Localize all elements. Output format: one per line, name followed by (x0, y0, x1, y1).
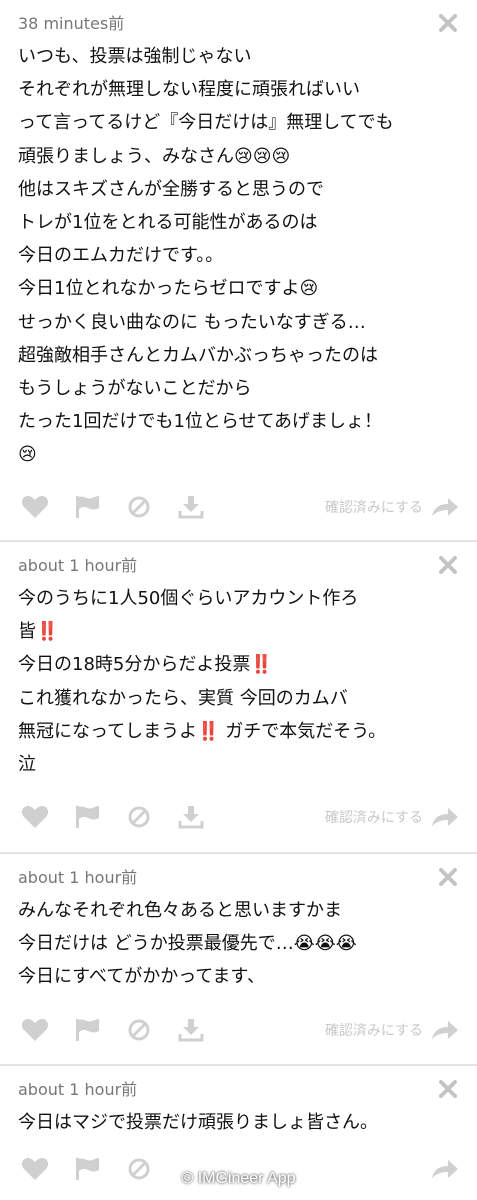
comment-line: 今日にすべてがかかってます、 (18, 966, 265, 988)
comment-line: みんなそれぞれ色々あると思いますかま (18, 900, 342, 921)
comment-line: これ獲れなかったら、実質 今回のカムバ (18, 687, 348, 709)
comment-body: いつも、投票は強制じゃない それぞれが無理しない程度に頑張ればいい って言ってる… (18, 40, 459, 471)
comment-line: 😢 (18, 444, 37, 466)
comment-line: 今のうちに1人50個ぐらいアカウント作ろ (18, 588, 359, 609)
comment-line: 泣 (18, 753, 36, 775)
comment-line: 今日だけは どうか投票最優先で…😭😭😭 (18, 933, 357, 955)
share-button[interactable] (431, 1159, 459, 1179)
comment-time: about 1 hour前 (18, 1080, 138, 1099)
comment-line: 超強敵相手さんとカムバかぶっちゃったのは (18, 344, 378, 366)
heart-icon[interactable] (18, 1016, 52, 1044)
share-arrow-icon (432, 808, 458, 827)
flag-icon[interactable] (70, 493, 104, 521)
block-icon[interactable] (122, 493, 156, 521)
comment-line: 今日のエムカだけです。。 (18, 245, 224, 267)
block-icon[interactable] (122, 803, 156, 831)
comment-line: トレが1位をとれる可能性があるのは (18, 211, 318, 233)
comment-card: about 1 hour前 みんなそれぞれ色々あると思いますかま 今日だけは ど… (0, 854, 477, 1064)
comment-feed: 38 minutes前 いつも、投票は強制じゃない それぞれが無理しない程度に頑… (0, 0, 477, 1200)
comment-line: それぞれが無理しない程度に頑張ればいい (18, 79, 360, 101)
comment-line: たった1回だけでも1位とらせてあげましょ！ (18, 411, 383, 433)
mark-confirmed-label: 確認済みにする (324, 810, 423, 827)
download-icon[interactable] (174, 803, 208, 831)
comment-card: about 1 hour前 今のうちに1人50個ぐらいアカウント作ろ 皆‼️ 今… (0, 542, 477, 852)
flag-icon[interactable] (70, 803, 104, 831)
download-icon[interactable] (174, 493, 208, 521)
mark-confirmed-button[interactable]: 確認済みにする (325, 497, 459, 517)
share-arrow-icon (432, 498, 458, 517)
watermark: © IMGineer App (181, 1170, 296, 1187)
mark-confirmed-button[interactable]: 確認済みにする (325, 1020, 459, 1040)
mark-confirmed-label: 確認済みにする (324, 1022, 423, 1039)
comment-line: 今日はマジで投票だけ頑張りましょ皆さん。 (18, 1112, 378, 1133)
heart-icon[interactable] (18, 1155, 52, 1183)
block-icon[interactable] (122, 1016, 156, 1044)
comment-line: 皆‼️ (18, 621, 59, 643)
heart-icon[interactable] (18, 803, 52, 831)
comment-time: about 1 hour前 (18, 556, 138, 575)
comment-time: about 1 hour前 (18, 868, 138, 887)
comment-line: って言ってるけど『今日だけは』無理してでも (18, 112, 394, 134)
comment-body: 今日はマジで投票だけ頑張りましょ皆さん。 (18, 1106, 459, 1139)
comment-line: 無冠になってしまうよ‼️ ガチで本気だそう。 (18, 720, 387, 742)
close-icon[interactable] (437, 1078, 459, 1100)
flag-icon[interactable] (70, 1016, 104, 1044)
share-arrow-icon (432, 1160, 458, 1179)
comment-card: 38 minutes前 いつも、投票は強制じゃない それぞれが無理しない程度に頑… (0, 0, 477, 540)
comment-time: 38 minutes前 (18, 14, 125, 33)
comment-line: せっかく良い曲なのに もったいなすぎる… (18, 311, 366, 333)
mark-confirmed-label: 確認済みにする (324, 500, 423, 517)
close-icon[interactable] (437, 866, 459, 888)
share-arrow-icon (432, 1020, 458, 1039)
comment-body: みんなそれぞれ色々あると思いますかま 今日だけは どうか投票最優先で…😭😭😭 今… (18, 894, 459, 994)
comment-actions: 確認済みにする (18, 795, 459, 839)
download-icon[interactable] (174, 1016, 208, 1044)
comment-actions: 確認済みにする (18, 485, 459, 529)
comment-line: いつも、投票は強制じゃない (18, 46, 252, 67)
close-icon[interactable] (437, 554, 459, 576)
heart-icon[interactable] (18, 493, 52, 521)
comment-line: 他はスキズさんが全勝すると思うので (18, 178, 324, 200)
flag-icon[interactable] (70, 1155, 104, 1183)
close-icon[interactable] (437, 12, 459, 34)
comment-line: 頑張りましょう、みなさん😢😢😢 (18, 145, 291, 167)
comment-actions: 確認済みにする (18, 1008, 459, 1052)
comment-line: 今日1位とれなかったらゼロですよ😢 (18, 278, 319, 300)
comment-body: 今のうちに1人50個ぐらいアカウント作ろ 皆‼️ 今日の18時5分からだよ投票‼… (18, 582, 459, 781)
comment-line: もうしょうがないことだから (18, 377, 252, 399)
mark-confirmed-button[interactable]: 確認済みにする (325, 807, 459, 827)
comment-line: 今日の18時5分からだよ投票‼️ (18, 654, 273, 676)
block-icon[interactable] (122, 1155, 156, 1183)
